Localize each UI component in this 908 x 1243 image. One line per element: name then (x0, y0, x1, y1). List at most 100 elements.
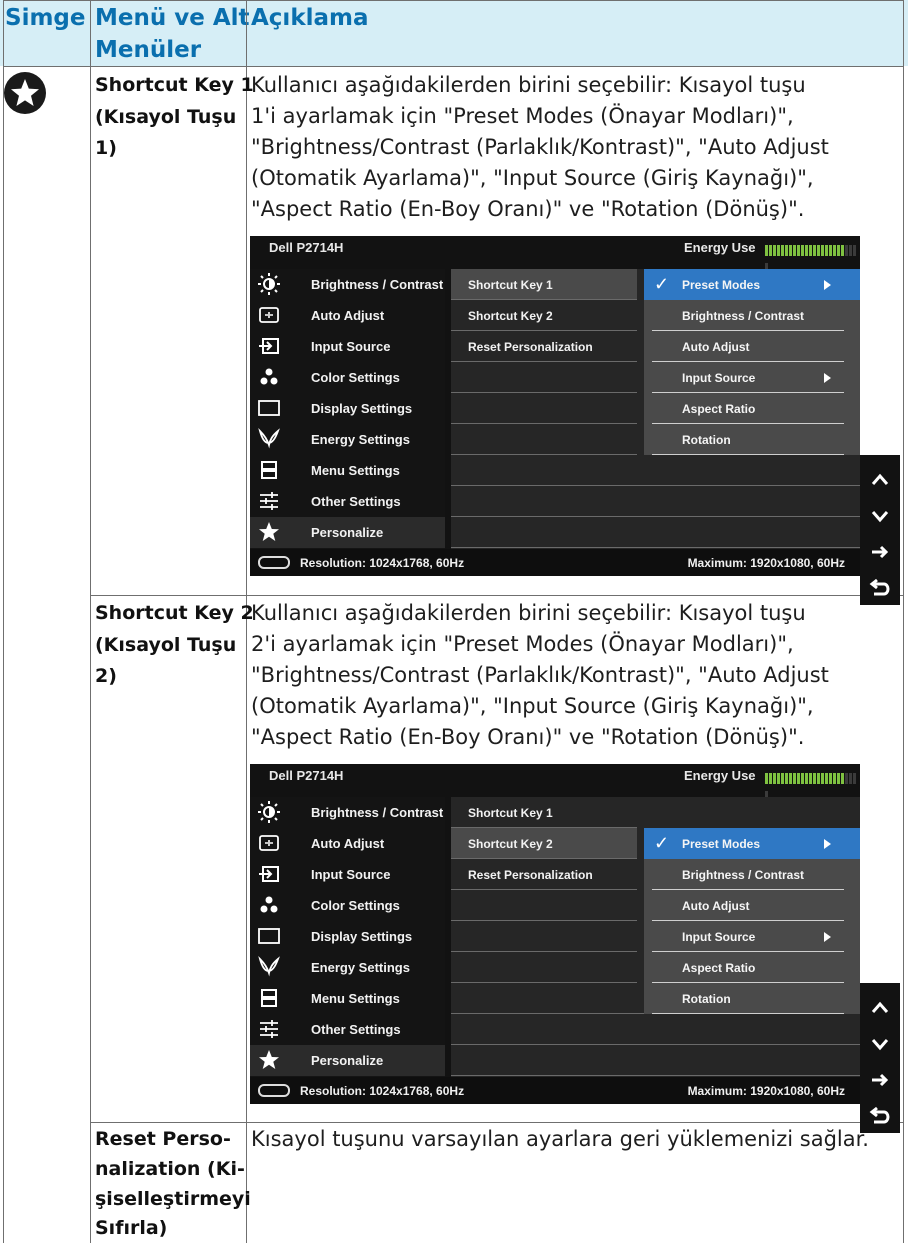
resolution-label: Resolution: 1024x1768, 60Hz (300, 556, 465, 570)
osd-submenu-item[interactable]: Shortcut Key 1 (451, 269, 637, 300)
osd-option-label: Input Source (682, 371, 756, 385)
osd-empty-row (451, 455, 860, 486)
osd-menu-item-label: Auto Adjust (311, 836, 385, 851)
auto-adjust-icon (258, 304, 280, 326)
osd-menu-item-label: Display Settings (311, 401, 413, 416)
osd-menu-item-label: Input Source (311, 867, 391, 882)
osd-option-item[interactable]: Auto Adjust (644, 331, 860, 362)
submenu-arrow-icon (824, 373, 831, 383)
energy-use-label: Energy Use (684, 240, 756, 255)
osd-submenu-item[interactable]: Reset Personalization (451, 331, 637, 362)
osd-option-label: Auto Adjust (682, 340, 750, 354)
osd-option-item[interactable]: Rotation (644, 983, 860, 1014)
description-line: "Aspect Ratio (En-Boy Oranı)" ve "Rotati… (251, 725, 805, 749)
osd-menu-item-label: Color Settings (311, 898, 400, 913)
osd-menu-item[interactable]: Personalize (250, 517, 445, 548)
right-arrow-icon[interactable] (860, 1058, 900, 1093)
menu-name-line: Reset Perso- (95, 1128, 231, 1150)
osd-submenu-item (451, 921, 637, 952)
osd-menu-item-label: Other Settings (311, 1022, 401, 1037)
sun-icon (258, 273, 280, 295)
osd-option-item[interactable]: Aspect Ratio (644, 952, 860, 983)
osd-menu-item[interactable]: Input Source (250, 859, 445, 890)
right-arrow-icon[interactable] (860, 530, 900, 565)
header-icon-column: Simge (5, 5, 86, 31)
checkmark-icon: ✓ (654, 274, 670, 294)
osd-submenu-item (451, 952, 637, 983)
osd-menu-item[interactable]: Display Settings (250, 921, 445, 952)
menu-icon (258, 987, 280, 1009)
osd-empty-row (451, 1014, 860, 1045)
osd-option-item[interactable]: ✓ Preset Modes (644, 269, 860, 300)
description-line: "Aspect Ratio (En-Boy Oranı)" ve "Rotati… (251, 197, 805, 221)
osd-menu-item[interactable]: Auto Adjust (250, 828, 445, 859)
osd-menu-item[interactable]: Color Settings (250, 890, 445, 921)
osd-menu-item[interactable]: Color Settings (250, 362, 445, 393)
osd-menu-item[interactable]: Input Source (250, 331, 445, 362)
back-icon[interactable] (860, 566, 900, 601)
osd-title: Dell P2714H (269, 768, 344, 783)
down-arrow-icon[interactable] (860, 494, 900, 529)
leaf-icon (258, 955, 280, 978)
osd-submenu-item[interactable]: Shortcut Key 2 (451, 828, 637, 859)
display-icon (258, 925, 280, 947)
osd-menu-item[interactable]: Brightness / Contrast (250, 269, 445, 300)
osd-menu-item-label: Display Settings (311, 929, 413, 944)
max-resolution-label: Maximum: 1920x1080, 60Hz (687, 1084, 845, 1098)
leaf-icon (258, 427, 280, 450)
menu-name-line: 2) (95, 665, 117, 687)
osd-submenu-item (451, 393, 637, 424)
osd-option-item[interactable]: Brightness / Contrast (644, 859, 860, 890)
osd-option-item[interactable]: Rotation (644, 424, 860, 455)
osd-empty-row (451, 486, 860, 517)
osd-option-item[interactable]: Input Source (644, 921, 860, 952)
osd-submenu-item[interactable]: Reset Personalization (451, 859, 637, 890)
osd-option-item[interactable]: Aspect Ratio (644, 393, 860, 424)
osd-option-item[interactable]: Brightness / Contrast (644, 300, 860, 331)
description-line: Kısayol tuşunu varsayılan ayarlara geri … (251, 1127, 869, 1151)
osd-option-item[interactable]: Auto Adjust (644, 890, 860, 921)
down-arrow-icon[interactable] (860, 1022, 900, 1057)
table-border-left (3, 0, 4, 1243)
osd-shortcut-options: ✓ Preset Modes Brightness / Contrast Auto A… (644, 269, 860, 455)
osd-submenu-item-label: Shortcut Key 2 (468, 837, 553, 851)
header-menu-column-line1: Menü ve Alt (95, 5, 250, 31)
osd-menu-item-label: Menu Settings (311, 991, 400, 1006)
input-source-icon (258, 863, 280, 885)
energy-use-meter (765, 243, 860, 274)
input-source-icon (258, 335, 280, 357)
max-resolution-label: Maximum: 1920x1080, 60Hz (687, 556, 845, 570)
menu-icon (258, 459, 280, 481)
osd-menu-item[interactable]: Menu Settings (250, 983, 445, 1014)
osd-menu-item-label: Energy Settings (311, 432, 410, 447)
color-dots-icon (258, 366, 280, 388)
osd-option-item[interactable]: ✓ Preset Modes (644, 828, 860, 859)
osd-menu-item-label: Color Settings (311, 370, 400, 385)
osd-menu-item[interactable]: Display Settings (250, 393, 445, 424)
osd-menu-item[interactable]: Menu Settings (250, 455, 445, 486)
osd-menu-item[interactable]: Auto Adjust (250, 300, 445, 331)
osd-submenu-item[interactable]: Shortcut Key 2 (451, 300, 637, 331)
osd-menu-item[interactable]: Energy Settings (250, 424, 445, 455)
back-icon[interactable] (860, 1094, 900, 1129)
osd-menu-item[interactable]: Personalize (250, 1045, 445, 1076)
osd-empty-row (451, 1045, 860, 1076)
osd-option-item[interactable]: Input Source (644, 362, 860, 393)
up-arrow-icon[interactable] (860, 458, 900, 493)
osd-menu-item[interactable]: Other Settings (250, 486, 445, 517)
osd-menu-item[interactable]: Energy Settings (250, 952, 445, 983)
osd-submenu-item[interactable]: Shortcut Key 1 (451, 797, 637, 828)
up-arrow-icon[interactable] (860, 986, 900, 1021)
osd-menu-item[interactable]: Other Settings (250, 1014, 445, 1045)
osd-option-label: Input Source (682, 930, 756, 944)
row-divider (90, 595, 904, 596)
osd-option-label: Aspect Ratio (682, 961, 756, 975)
osd-menu-item-label: Personalize (311, 525, 384, 540)
osd-screenshot: Dell P2714H Energy Use Brightness / Contra… (250, 764, 860, 1104)
osd-menu-item[interactable]: Brightness / Contrast (250, 797, 445, 828)
submenu-arrow-icon (824, 932, 831, 942)
osd-submenu-item (451, 890, 637, 921)
vga-connector-icon (258, 1084, 290, 1097)
osd-option-label: Brightness / Contrast (682, 309, 805, 323)
energy-use-label: Energy Use (684, 768, 756, 783)
